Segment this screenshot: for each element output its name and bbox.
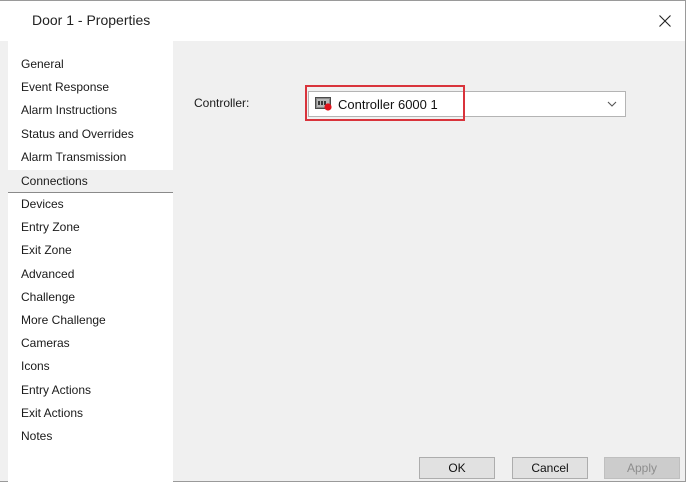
controller-offline-icon [315, 97, 332, 111]
nav-item-challenge[interactable]: Challenge [8, 286, 173, 309]
nav-item-advanced[interactable]: Advanced [8, 263, 173, 286]
cancel-button[interactable]: Cancel [512, 457, 588, 479]
ok-button[interactable]: OK [419, 457, 495, 479]
controller-label: Controller: [194, 96, 250, 110]
close-button[interactable] [645, 1, 685, 41]
nav-group-bottom: Devices Entry Zone Exit Zone Advanced Ch… [8, 193, 173, 448]
nav-item-devices[interactable]: Devices [8, 193, 173, 216]
nav-item-entry-zone[interactable]: Entry Zone [8, 216, 173, 239]
chevron-down-icon [607, 101, 617, 107]
nav-item-alarm-instructions[interactable]: Alarm Instructions [8, 99, 173, 122]
nav-item-exit-zone[interactable]: Exit Zone [8, 239, 173, 262]
close-icon [659, 15, 671, 27]
window-title: Door 1 - Properties [32, 12, 151, 28]
nav-item-event-response[interactable]: Event Response [8, 76, 173, 99]
nav-item-alarm-transmission[interactable]: Alarm Transmission [8, 146, 173, 169]
nav-item-general[interactable]: General [8, 53, 173, 76]
property-page-list: General Event Response Alarm Instruction… [8, 41, 173, 483]
nav-item-cameras[interactable]: Cameras [8, 332, 173, 355]
nav-item-entry-actions[interactable]: Entry Actions [8, 379, 173, 402]
properties-dialog: Door 1 - Properties General Event Respon… [0, 0, 686, 483]
nav-group-top: General Event Response Alarm Instruction… [8, 53, 173, 169]
nav-item-exit-actions[interactable]: Exit Actions [8, 402, 173, 425]
nav-item-more-challenge[interactable]: More Challenge [8, 309, 173, 332]
nav-item-connections[interactable]: Connections [8, 170, 173, 193]
nav-item-icons[interactable]: Icons [8, 355, 173, 378]
nav-item-status-and-overrides[interactable]: Status and Overrides [8, 123, 173, 146]
nav-item-connections-label: Connections [21, 174, 88, 188]
apply-button[interactable]: Apply [604, 457, 680, 479]
title-bar: Door 1 - Properties [0, 1, 685, 41]
nav-item-notes[interactable]: Notes [8, 425, 173, 448]
controller-select-value: Controller 6000 1 [338, 97, 438, 112]
controller-select[interactable]: Controller 6000 1 [308, 91, 626, 117]
